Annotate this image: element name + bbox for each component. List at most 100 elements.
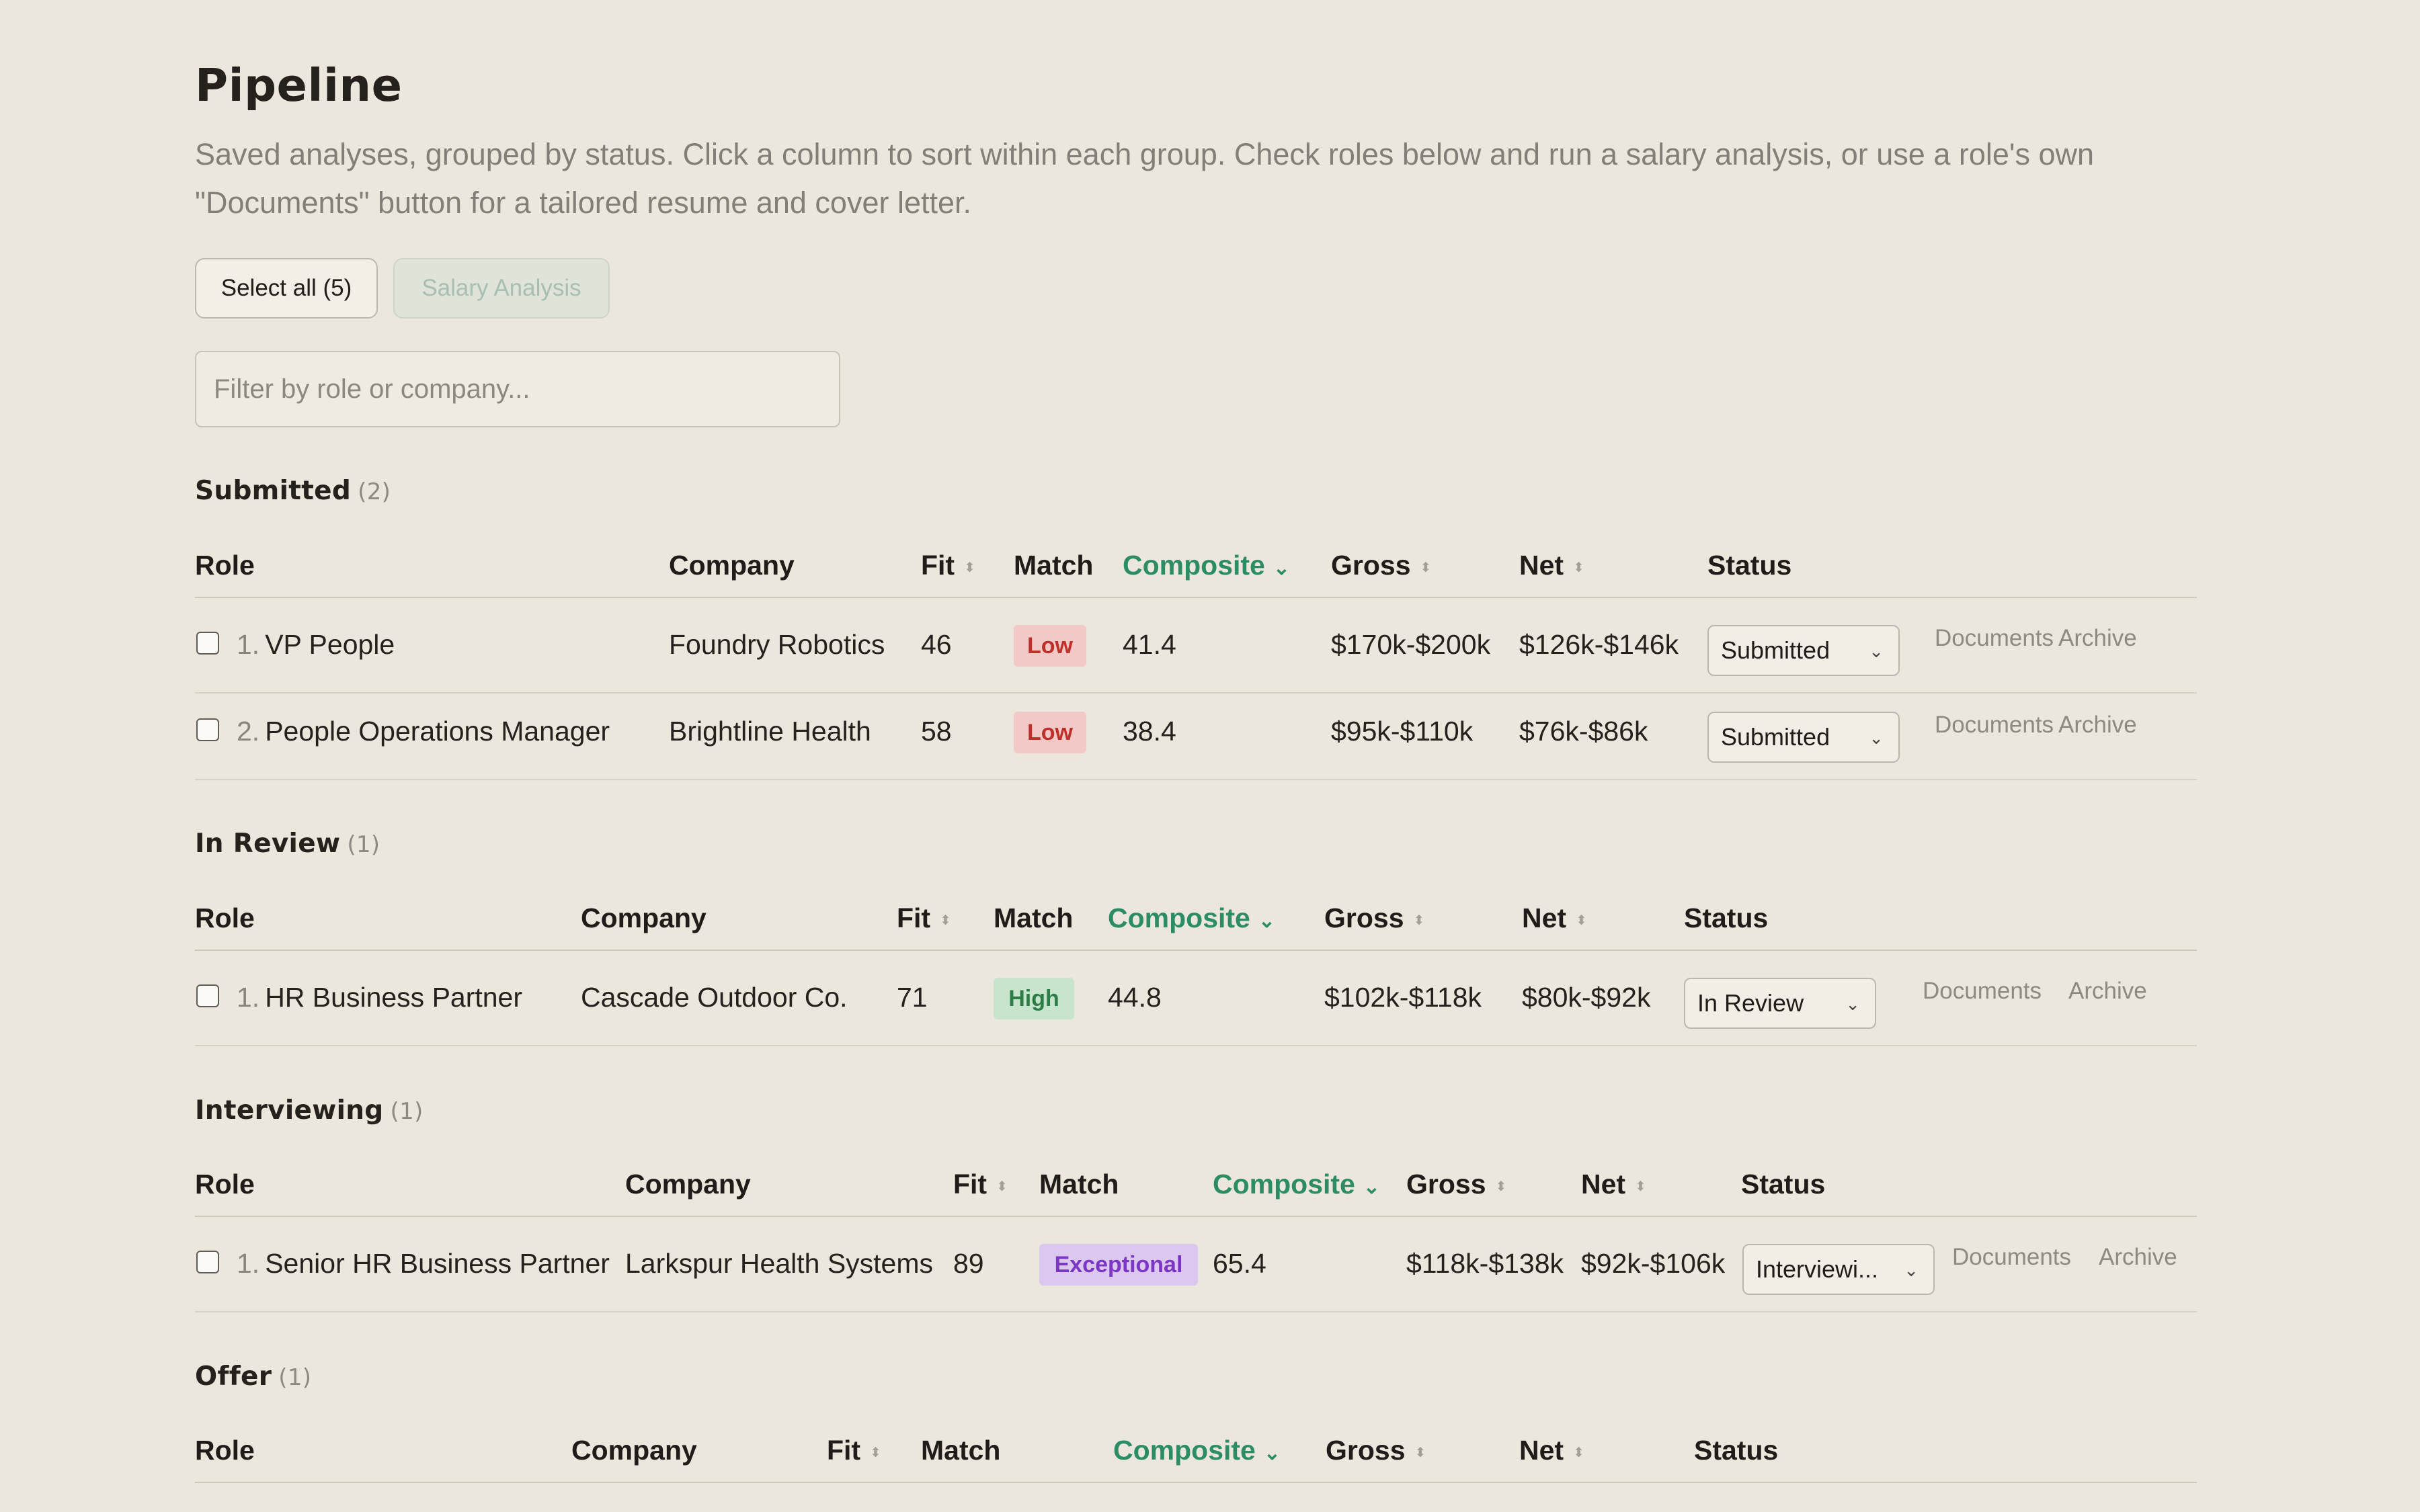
documents-link[interactable]: Documents	[1923, 978, 2042, 1005]
column-header-match[interactable]: Match	[921, 1435, 1000, 1466]
sort-icon: ⬍	[964, 560, 975, 575]
archive-link[interactable]: Archive	[2068, 978, 2147, 1005]
column-header-role[interactable]: Role	[195, 1169, 255, 1200]
row-checkbox[interactable]	[196, 984, 219, 1007]
status-select[interactable]: Submitted ⌄	[1707, 712, 1900, 763]
table-row: 1. VP People Foundry Robotics 46 Low 41.4…	[195, 606, 2197, 694]
column-header-gross[interactable]: Gross ⬍	[1326, 1435, 1426, 1466]
column-header-role[interactable]: Role	[195, 1435, 255, 1466]
sort-icon: ⬍	[1414, 1445, 1426, 1460]
row-index: 2.	[237, 716, 260, 747]
column-header-match[interactable]: Match	[1039, 1169, 1119, 1200]
archive-link[interactable]: Archive	[2058, 625, 2137, 652]
chevron-down-icon: ⌄	[1263, 1442, 1281, 1464]
role-name: People Operations Manager	[265, 716, 610, 747]
filter-input[interactable]: Filter by role or company...	[195, 351, 840, 427]
column-header-net[interactable]: Net ⬍	[1522, 902, 1587, 934]
column-header-composite[interactable]: Composite ⌄	[1113, 1435, 1281, 1466]
fit-cell: 58	[921, 716, 952, 747]
column-header-company[interactable]: Company	[571, 1435, 697, 1466]
column-header-company[interactable]: Company	[581, 902, 707, 934]
sort-icon: ⬍	[1495, 1179, 1507, 1194]
column-header-status[interactable]: Status	[1694, 1435, 1778, 1466]
column-header-fit[interactable]: Fit ⬍	[827, 1435, 881, 1466]
group-count: (1)	[278, 1364, 312, 1391]
column-header-role[interactable]: Role	[195, 902, 255, 934]
select-all-button[interactable]: Select all (5)	[195, 258, 378, 319]
salary-analysis-button[interactable]: Salary Analysis	[393, 258, 610, 319]
column-header-match[interactable]: Match	[994, 902, 1073, 934]
status-select[interactable]: In Review ⌄	[1684, 978, 1876, 1029]
column-header-match[interactable]: Match	[1014, 550, 1093, 581]
company-cell: Cascade Outdoor Co.	[581, 982, 848, 1013]
archive-link[interactable]: Archive	[2058, 712, 2137, 739]
row-index: 1.	[237, 629, 260, 660]
column-header-gross[interactable]: Gross ⬍	[1331, 550, 1431, 581]
row-index: 1.	[237, 982, 260, 1013]
role-name: VP People	[265, 629, 395, 660]
fit-cell: 46	[921, 629, 952, 660]
column-label: Composite	[1108, 902, 1250, 933]
column-header-status[interactable]: Status	[1707, 550, 1791, 581]
column-header-composite[interactable]: Composite ⌄	[1108, 902, 1275, 934]
gross-cell: $102k-$118k	[1324, 982, 1482, 1013]
group-name: Interviewing	[195, 1095, 384, 1126]
group-title: In Review (1)	[195, 829, 380, 859]
sort-icon: ⬍	[1635, 1179, 1646, 1194]
status-select[interactable]: Submitted ⌄	[1707, 625, 1900, 676]
group-count: (2)	[358, 478, 391, 505]
column-header-fit[interactable]: Fit ⬍	[897, 902, 951, 934]
chevron-down-icon: ⌄	[1363, 1176, 1380, 1198]
column-label: Gross	[1324, 902, 1404, 933]
row-checkbox[interactable]	[196, 718, 219, 741]
net-cell: $126k-$146k	[1519, 629, 1679, 660]
column-header-company[interactable]: Company	[625, 1169, 751, 1200]
column-header-gross[interactable]: Gross ⬍	[1406, 1169, 1506, 1200]
column-label: Gross	[1331, 550, 1411, 581]
chevron-down-icon: ⌄	[1904, 1260, 1919, 1280]
column-header-fit[interactable]: Fit ⬍	[921, 550, 975, 581]
status-select[interactable]: Interviewi... ⌄	[1742, 1244, 1935, 1295]
column-label: Fit	[921, 550, 955, 581]
column-label: Fit	[897, 902, 931, 933]
role-cell: 1. Senior HR Business Partner	[237, 1248, 610, 1279]
table-header: Role Company Fit ⬍ Match Composite ⌄ Gross…	[195, 902, 2197, 951]
column-label: Fit	[827, 1435, 861, 1466]
column-label: Composite	[1113, 1435, 1256, 1466]
role-cell: 1. HR Business Partner	[237, 982, 522, 1013]
sort-icon: ⬍	[1413, 913, 1425, 928]
group-count: (1)	[347, 831, 380, 858]
status-value: Submitted	[1721, 723, 1830, 751]
column-header-composite[interactable]: Composite ⌄	[1123, 550, 1290, 581]
documents-link[interactable]: Documents	[1935, 625, 2054, 652]
match-badge: Low	[1014, 712, 1086, 753]
company-cell: Foundry Robotics	[669, 629, 885, 660]
column-header-fit[interactable]: Fit ⬍	[953, 1169, 1008, 1200]
table-header: Role Company Fit ⬍ Match Composite ⌄ Gross…	[195, 550, 2197, 598]
row-checkbox[interactable]	[196, 1251, 219, 1273]
group-title: Offer (1)	[195, 1361, 311, 1392]
net-cell: $76k-$86k	[1519, 716, 1648, 747]
row-checkbox[interactable]	[196, 632, 219, 655]
column-header-status[interactable]: Status	[1684, 902, 1768, 934]
documents-link[interactable]: Documents	[1952, 1244, 2071, 1271]
column-header-status[interactable]: Status	[1741, 1169, 1825, 1200]
status-value: Submitted	[1721, 636, 1830, 664]
archive-link[interactable]: Archive	[2099, 1244, 2177, 1271]
column-header-net[interactable]: Net ⬍	[1581, 1169, 1646, 1200]
column-header-net[interactable]: Net ⬍	[1519, 550, 1584, 581]
column-header-company[interactable]: Company	[669, 550, 795, 581]
gross-cell: $95k-$110k	[1331, 716, 1474, 747]
column-header-gross[interactable]: Gross ⬍	[1324, 902, 1424, 934]
column-label: Net	[1519, 550, 1564, 581]
column-header-role[interactable]: Role	[195, 550, 255, 581]
fit-cell: 71	[897, 982, 928, 1013]
group-name: In Review	[195, 829, 341, 859]
table-row: 2. People Operations Manager Brightline H…	[195, 693, 2197, 780]
column-header-net[interactable]: Net ⬍	[1519, 1435, 1584, 1466]
column-label: Composite	[1123, 550, 1265, 581]
column-header-composite[interactable]: Composite ⌄	[1213, 1169, 1380, 1200]
role-name: HR Business Partner	[265, 982, 523, 1013]
documents-link[interactable]: Documents	[1935, 712, 2054, 739]
page-title: Pipeline	[195, 59, 403, 112]
